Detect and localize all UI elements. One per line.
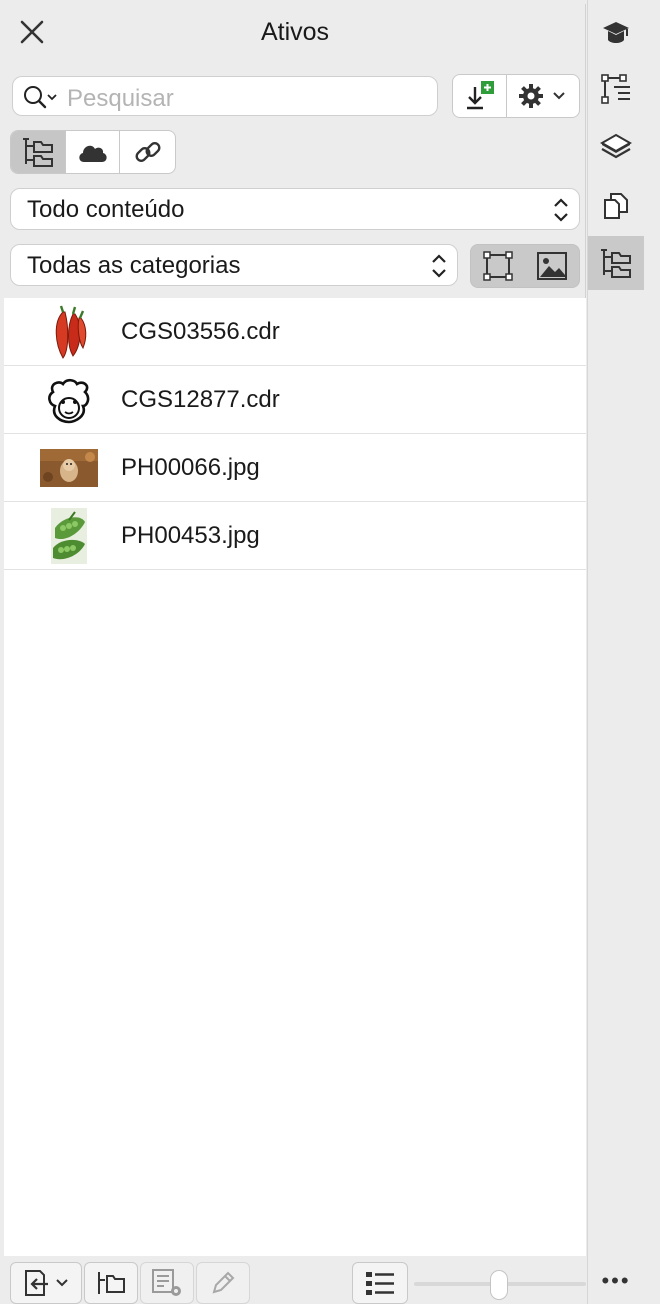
file-name: PH00066.jpg <box>121 454 260 481</box>
dockers-strip: ••• <box>587 0 660 1304</box>
assets-panel: Ativos Pesquisar Todo conteúdo Todas as … <box>4 4 586 1304</box>
toolbar-buttons <box>452 74 580 118</box>
file-thumbnail <box>40 508 98 564</box>
thumbnail-size-slider[interactable] <box>414 1270 586 1300</box>
import-button[interactable] <box>453 75 508 117</box>
file-thumbnail <box>40 372 98 428</box>
pages-docker-button[interactable] <box>588 178 644 232</box>
chili-peppers-thumbnail <box>55 305 87 359</box>
file-name: PH00453.jpg <box>121 522 260 549</box>
image-view-button[interactable] <box>525 245 579 287</box>
list-item[interactable]: PH00453.jpg <box>4 502 586 570</box>
source-switcher <box>10 130 176 174</box>
sheep-face-thumbnail <box>48 378 90 424</box>
import-location-button[interactable] <box>10 1262 82 1304</box>
folder-tree-icon <box>98 1272 125 1294</box>
pencil-icon <box>212 1271 235 1294</box>
slider-thumb[interactable] <box>490 1270 508 1300</box>
search-icon[interactable] <box>23 85 59 109</box>
import-into-icon <box>25 1270 68 1296</box>
search-input[interactable]: Pesquisar <box>67 85 174 113</box>
search-field[interactable]: Pesquisar <box>12 76 438 116</box>
list-view-icon <box>366 1272 394 1295</box>
cloud-assets-button[interactable] <box>66 131 121 173</box>
import-add-icon <box>466 81 494 110</box>
panel-title: Ativos <box>260 18 330 46</box>
linked-assets-button[interactable] <box>120 131 175 173</box>
bottom-toolbar <box>4 1256 586 1304</box>
more-dockers-button[interactable]: ••• <box>588 1268 644 1294</box>
updown-chevron-icon <box>432 254 446 278</box>
pages-icon <box>604 193 628 219</box>
file-thumbnail <box>40 304 98 360</box>
objects-docker-button[interactable] <box>588 62 644 116</box>
assets-list: CGS03556.cdr CGS12877.cdr PH00066.jpg PH… <box>4 298 586 1256</box>
folder-tree-icon <box>22 138 53 167</box>
cloud-icon <box>78 145 107 162</box>
dog-photo-thumbnail <box>40 449 98 487</box>
view-toggle <box>470 244 580 288</box>
gear-icon <box>519 84 565 108</box>
vector-frame-icon <box>482 251 513 281</box>
link-icon <box>135 142 161 162</box>
assets-icon <box>601 249 631 278</box>
edit-button[interactable] <box>196 1262 250 1304</box>
learn-docker-button[interactable] <box>588 6 644 60</box>
panel-header: Ativos <box>4 4 586 62</box>
image-icon <box>537 252 567 280</box>
file-thumbnail <box>40 440 98 496</box>
file-name: CGS03556.cdr <box>121 318 280 345</box>
category-filter-value: Todas as categorias <box>27 252 241 279</box>
list-item[interactable]: CGS03556.cdr <box>4 298 586 366</box>
local-assets-button[interactable] <box>11 131 66 173</box>
vector-view-button[interactable] <box>471 245 526 287</box>
library-settings-button[interactable] <box>140 1262 194 1304</box>
assets-docker-button[interactable] <box>588 236 644 290</box>
graduation-cap-icon <box>603 22 629 43</box>
layers-docker-button[interactable] <box>588 120 644 174</box>
peas-photo-thumbnail <box>51 508 87 564</box>
list-view-button[interactable] <box>352 1262 408 1304</box>
add-folder-button[interactable] <box>84 1262 138 1304</box>
category-filter-select[interactable]: Todas as categorias <box>10 244 458 286</box>
settings-menu-button[interactable] <box>507 75 579 117</box>
file-name: CGS12877.cdr <box>121 386 280 413</box>
list-item[interactable]: CGS12877.cdr <box>4 366 586 434</box>
document-gear-icon <box>152 1269 181 1296</box>
list-item[interactable]: PH00066.jpg <box>4 434 586 502</box>
object-tree-icon <box>601 74 630 104</box>
updown-chevron-icon <box>554 198 568 222</box>
content-filter-select[interactable]: Todo conteúdo <box>10 188 580 230</box>
content-filter-value: Todo conteúdo <box>27 196 185 223</box>
layers-icon <box>600 133 632 159</box>
